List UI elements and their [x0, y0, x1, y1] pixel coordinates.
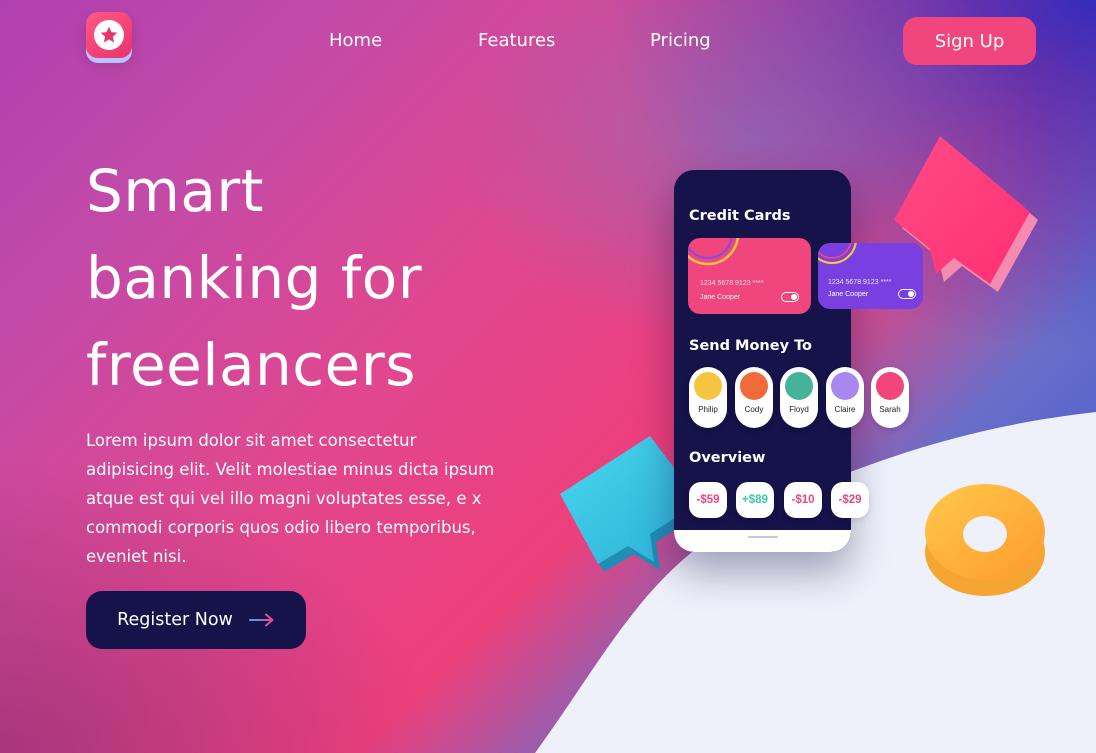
hero-description-line: commodi corporis quos odio libero tempor…: [86, 518, 476, 537]
nav-link-features[interactable]: Features: [478, 30, 555, 51]
hero-description-line: atque est qui vel illo magni voluptates …: [86, 489, 482, 508]
hero-title-line: Smart: [86, 157, 264, 225]
avatar: [740, 372, 768, 400]
star-icon: [100, 26, 118, 43]
home-indicator: [748, 536, 778, 538]
arrow-right-icon: [248, 613, 274, 627]
overview-amount[interactable]: +$89: [736, 482, 774, 518]
card-holder: Jane Cooper: [828, 291, 869, 298]
contact-chip-claire[interactable]: Claire: [826, 367, 864, 428]
overview-amount[interactable]: -$59: [689, 482, 727, 518]
hero-description-line: adipisicing elit. Velit molestiae minus …: [86, 460, 495, 479]
contact-chip-philip[interactable]: Philip: [689, 367, 727, 428]
contact-chip-floyd[interactable]: Floyd: [780, 367, 818, 428]
overview-amount[interactable]: -$29: [831, 482, 869, 518]
contact-name: Floyd: [789, 405, 809, 414]
nav-link-home[interactable]: Home: [329, 30, 382, 51]
contact-chip-cody[interactable]: Cody: [735, 367, 773, 428]
brand-logo[interactable]: [86, 12, 132, 58]
overview-title: Overview: [689, 450, 766, 466]
credit-card[interactable]: 1234 5678 9123 **** Jane Cooper: [818, 243, 923, 309]
nav-link-pricing[interactable]: Pricing: [650, 30, 711, 51]
hero-title-line: banking for: [86, 244, 423, 312]
register-now-button[interactable]: Register Now: [86, 591, 306, 649]
sign-up-button[interactable]: Sign Up: [903, 17, 1036, 65]
phone-bottom-bar: [674, 530, 851, 552]
avatar: [694, 372, 722, 400]
card-number: 1234 5678 9123 ****: [828, 279, 892, 286]
hero-title-line: freelancers: [86, 331, 416, 399]
card-toggle[interactable]: [781, 292, 799, 302]
contact-name: Claire: [834, 405, 856, 414]
send-money-title: Send Money To: [689, 338, 813, 354]
card-swirl-decoration: [818, 243, 857, 265]
yellow-ring-decoration: [925, 484, 1045, 596]
card-swirl-decoration: [688, 238, 739, 266]
hero-description-line: eveniet nisi.: [86, 547, 187, 566]
avatar: [876, 372, 904, 400]
card-holder: Jane Cooper: [700, 294, 741, 301]
contact-name: Sarah: [879, 405, 901, 414]
overview-amount[interactable]: -$10: [784, 482, 822, 518]
avatar: [785, 372, 813, 400]
credit-card[interactable]: 1234 5678 9123 **** Jane Cooper: [688, 238, 811, 314]
contact-chip-sarah[interactable]: Sarah: [871, 367, 909, 428]
card-number: 1234 5678 9123 ****: [700, 280, 764, 287]
avatar: [831, 372, 859, 400]
register-now-label: Register Now: [117, 610, 233, 630]
contact-name: Cody: [744, 405, 764, 414]
credit-cards-title: Credit Cards: [689, 208, 791, 224]
hero-description: Lorem ipsum dolor sit amet consectetur a…: [86, 426, 526, 571]
hero-title: Smart banking for freelancers: [86, 148, 606, 409]
contact-name: Philip: [698, 405, 718, 414]
hero-description-line: Lorem ipsum dolor sit amet consectetur: [86, 431, 417, 450]
logo-disc: [94, 20, 124, 50]
card-toggle[interactable]: [898, 289, 916, 299]
